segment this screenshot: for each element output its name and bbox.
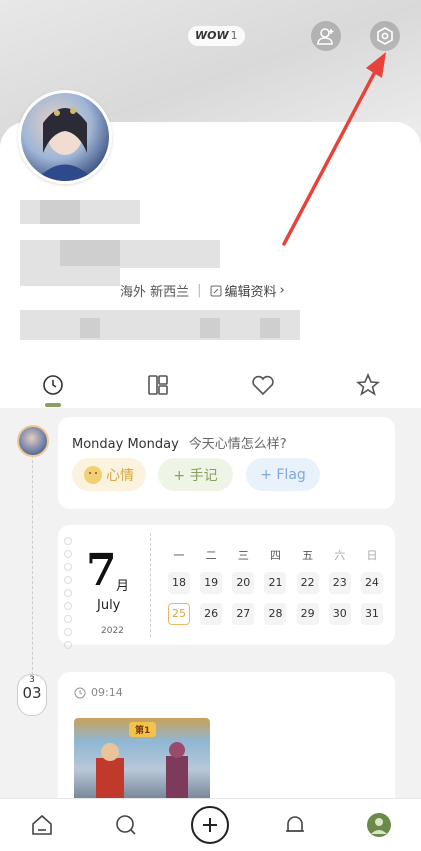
calendar-day[interactable]: 24 <box>360 572 383 594</box>
smiley-icon <box>84 465 102 484</box>
profile-tabs <box>0 362 421 408</box>
calendar-day[interactable]: 20 <box>232 572 255 594</box>
add-friend-button[interactable] <box>311 21 341 51</box>
weekday-label: 四 <box>269 549 281 562</box>
profile-avatar-icon <box>366 813 391 837</box>
post-time: 09:14 <box>91 686 123 699</box>
heart-icon <box>252 375 274 396</box>
mood-button-label: 心情 <box>106 467 134 484</box>
wow-label: WOW <box>195 29 229 42</box>
weekday-label: 五 <box>302 549 314 562</box>
mood-card: Monday Monday 今天心情怎么样? 心情 + 手记 + Flag <box>58 417 395 509</box>
weekday-label: 一 <box>173 549 185 562</box>
month-name: July <box>97 598 121 613</box>
post-date-chip: 3 03 <box>17 674 47 716</box>
calendar-binding-holes <box>64 537 72 649</box>
nav-discover[interactable] <box>106 805 146 845</box>
weekday-label: 六 <box>334 549 346 562</box>
add-friend-icon <box>317 28 334 45</box>
post-card[interactable]: 09:14 第1 <box>58 672 395 812</box>
home-icon <box>32 814 52 835</box>
clock-small-icon <box>74 687 86 698</box>
weekday-header: 一 二 三 四 五 六 日 <box>168 547 383 563</box>
calendar-day[interactable]: 31 <box>360 603 383 625</box>
post-date-day: 03 <box>22 684 42 702</box>
chevron-right-icon: › <box>279 283 285 298</box>
add-flag-label: + Flag <box>260 466 306 483</box>
tab-grid[interactable] <box>138 365 178 405</box>
plus-icon <box>191 806 230 844</box>
post-time-row: 09:14 <box>74 686 123 699</box>
nav-profile[interactable] <box>359 805 399 845</box>
add-note-label: + 手记 <box>173 467 218 484</box>
mood-button[interactable]: 心情 <box>72 458 146 491</box>
bell-icon <box>285 816 304 832</box>
tab-timeline[interactable] <box>33 365 73 407</box>
edit-icon <box>210 285 222 296</box>
grid-icon <box>148 375 168 395</box>
weekday-label: 二 <box>205 549 217 562</box>
mood-card-title: Monday Monday 今天心情怎么样? <box>72 433 287 452</box>
location-text: 海外 新西兰 <box>120 285 190 300</box>
calendar-day[interactable]: 19 <box>200 572 223 594</box>
calendar-day-today[interactable]: 25 <box>168 603 190 625</box>
month-unit: 月 <box>116 579 130 594</box>
calendar-day[interactable]: 18 <box>168 572 190 594</box>
tab-favorites[interactable] <box>348 365 388 405</box>
settings-button[interactable] <box>370 21 400 51</box>
calendar-day[interactable]: 21 <box>264 572 287 594</box>
add-flag-button[interactable]: + Flag <box>246 458 320 491</box>
location-row: 海外 新西兰 | 编辑资料 › <box>120 281 285 300</box>
nav-home[interactable] <box>22 805 62 845</box>
timeline-avatar <box>17 425 49 457</box>
avatar[interactable] <box>18 90 112 184</box>
weekday-label: 三 <box>237 549 249 562</box>
clock-icon <box>42 375 63 395</box>
calendar-week-row: 18 19 20 21 22 23 24 <box>168 572 383 594</box>
search-icon <box>116 815 136 835</box>
nav-notifications[interactable] <box>275 805 315 845</box>
mood-question: 今天心情怎么样? <box>188 437 287 452</box>
avatar-portrait-image <box>35 108 95 181</box>
mood-day-label: Monday Monday <box>72 437 179 452</box>
edit-profile-link[interactable]: 编辑资料 › <box>210 281 285 300</box>
month-number: 7 <box>86 545 117 596</box>
year-label: 2022 <box>101 626 124 636</box>
calendar-card[interactable]: 7 月 July 2022 一 二 三 四 五 六 日 18 19 20 21 … <box>58 525 395 649</box>
calendar-day[interactable]: 30 <box>328 603 351 625</box>
tab-likes[interactable] <box>243 365 283 405</box>
weekday-label: 日 <box>366 549 378 562</box>
edit-profile-label: 编辑资料 <box>224 285 277 300</box>
calendar-day[interactable]: 22 <box>296 572 319 594</box>
add-note-button[interactable]: + 手记 <box>158 458 233 491</box>
nav-create[interactable] <box>190 805 230 845</box>
calendar-week-row: 25 26 27 28 29 30 31 <box>168 603 383 625</box>
bottom-navigation <box>0 798 421 851</box>
calendar-week-grid: 一 二 三 四 五 六 日 18 19 20 21 22 23 24 25 26… <box>168 547 383 634</box>
calendar-day[interactable]: 29 <box>296 603 319 625</box>
wow-badge[interactable]: WOW 1 <box>188 26 245 46</box>
wow-count: 1 <box>230 29 238 42</box>
settings-hexagon-icon <box>377 27 393 45</box>
star-icon <box>356 373 381 396</box>
calendar-day[interactable]: 26 <box>200 603 223 625</box>
calendar-day[interactable]: 28 <box>264 603 287 625</box>
timeline-line <box>32 450 33 690</box>
calendar-divider <box>150 533 151 637</box>
divider: | <box>197 283 202 298</box>
post-image-badge: 第1 <box>129 722 157 737</box>
calendar-day[interactable]: 27 <box>232 603 255 625</box>
calendar-day[interactable]: 23 <box>328 572 351 594</box>
